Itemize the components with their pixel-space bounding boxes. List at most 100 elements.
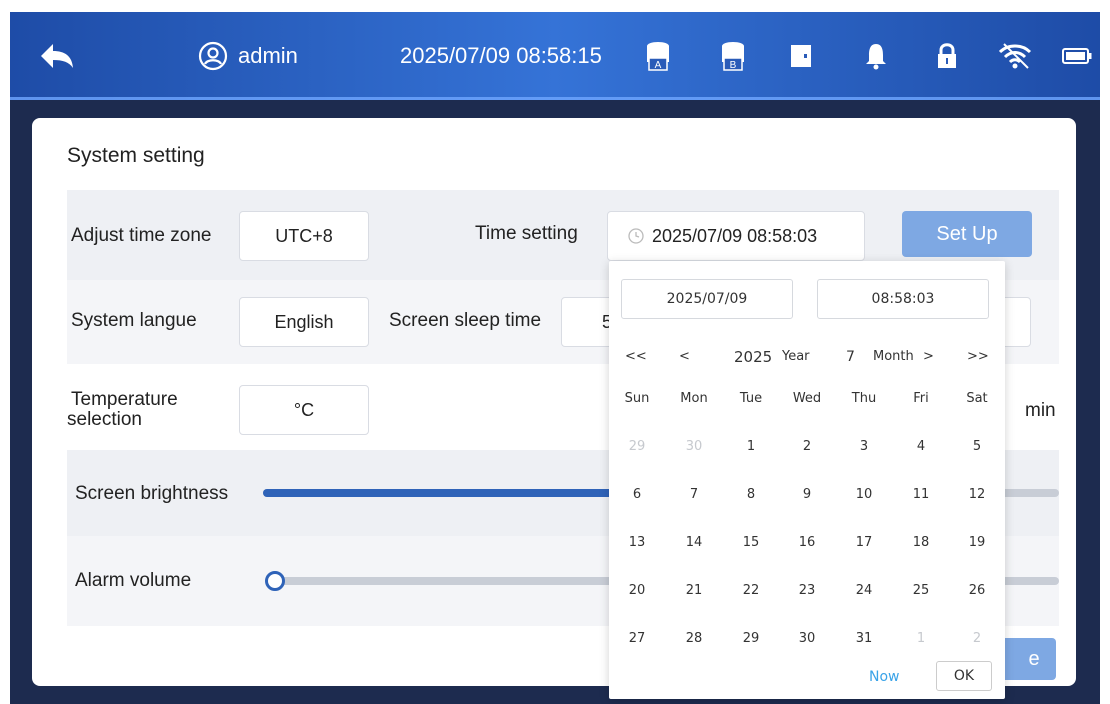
setup-button[interactable]: Set Up xyxy=(902,211,1032,257)
storage-b-icon: B xyxy=(718,40,748,72)
calendar-day-outside[interactable]: 1 xyxy=(899,631,943,646)
calendar-day[interactable]: 24 xyxy=(842,583,886,598)
weekday-label: Sun xyxy=(624,391,650,406)
calendar-day[interactable]: 2 xyxy=(785,439,829,454)
storage-b-button[interactable]: B xyxy=(715,12,751,100)
month-value[interactable]: 7 xyxy=(846,349,855,365)
calendar-day-outside[interactable]: 29 xyxy=(615,439,659,454)
lock-icon xyxy=(936,42,958,70)
username: admin xyxy=(238,43,298,68)
calendar-day[interactable]: 10 xyxy=(842,487,886,502)
month-label: Month xyxy=(873,349,914,364)
calendar-day[interactable]: 25 xyxy=(899,583,943,598)
clock-area: 2025/07/09 08:58:15 xyxy=(400,12,602,100)
calendar-day[interactable]: 13 xyxy=(615,535,659,550)
calendar-day[interactable]: 5 xyxy=(955,439,999,454)
minute-unit-label: min xyxy=(1025,400,1056,421)
calendar-day[interactable]: 8 xyxy=(729,487,773,502)
calendar-day[interactable]: 15 xyxy=(729,535,773,550)
calendar-day[interactable]: 26 xyxy=(955,583,999,598)
timezone-label: Adjust time zone xyxy=(71,225,212,246)
picker-date-input[interactable]: 2025/07/09 xyxy=(621,279,793,319)
time-setting-label: Time setting xyxy=(475,223,578,244)
calendar-day-outside[interactable]: 30 xyxy=(672,439,716,454)
picker-time-input[interactable]: 08:58:03 xyxy=(817,279,989,319)
time-setting-value: 2025/07/09 08:58:03 xyxy=(652,225,818,246)
weekday-label: Thu xyxy=(851,391,877,406)
user-circle-icon xyxy=(198,41,228,71)
weekday-label: Fri xyxy=(913,391,929,406)
calendar-day-outside[interactable]: 2 xyxy=(955,631,999,646)
door-icon xyxy=(790,44,812,68)
temperature-label-line2: selection xyxy=(67,409,142,430)
volume-label: Alarm volume xyxy=(75,570,192,591)
year-label: Year xyxy=(782,349,810,364)
now-button[interactable]: Now xyxy=(869,669,900,685)
calendar-day[interactable]: 16 xyxy=(785,535,829,550)
calendar-day[interactable]: 6 xyxy=(615,487,659,502)
calendar-day[interactable]: 30 xyxy=(785,631,829,646)
prev-year-button[interactable]: << xyxy=(625,349,647,364)
language-label: System langue xyxy=(71,310,197,331)
page-title: System setting xyxy=(67,144,205,167)
next-year-button[interactable]: >> xyxy=(967,349,989,364)
battery-indicator xyxy=(1060,12,1094,100)
current-datetime: 2025/07/09 08:58:15 xyxy=(400,43,602,68)
calendar-day[interactable]: 1 xyxy=(729,439,773,454)
battery-icon xyxy=(1062,48,1092,64)
sleep-time-label: Screen sleep time xyxy=(389,310,542,331)
storage-a-button[interactable]: A xyxy=(640,12,676,100)
temperature-select[interactable]: °C xyxy=(239,385,369,435)
calendar-day[interactable]: 17 xyxy=(842,535,886,550)
calendar-day[interactable]: 9 xyxy=(785,487,829,502)
language-select[interactable]: English xyxy=(239,297,369,347)
brightness-label: Screen brightness xyxy=(75,483,229,504)
door-button[interactable] xyxy=(786,12,816,100)
prev-month-button[interactable]: < xyxy=(679,349,690,364)
calendar-day[interactable]: 23 xyxy=(785,583,829,598)
calendar-day[interactable]: 4 xyxy=(899,439,943,454)
calendar-day[interactable]: 21 xyxy=(672,583,716,598)
calendar-day[interactable]: 28 xyxy=(672,631,716,646)
weekday-label: Sat xyxy=(966,391,988,406)
back-arrow-icon xyxy=(39,42,75,70)
back-button[interactable] xyxy=(32,12,82,100)
datetime-picker-popup: 2025/07/09 08:58:03 << < 2025 Year 7 Mon… xyxy=(609,261,1005,699)
calendar-day[interactable]: 29 xyxy=(729,631,773,646)
clock-icon xyxy=(628,228,644,244)
calendar-day[interactable]: 31 xyxy=(842,631,886,646)
calendar-day[interactable]: 3 xyxy=(842,439,886,454)
weekday-label: Mon xyxy=(680,391,708,406)
drive-b-letter: B xyxy=(730,60,737,71)
weekday-label: Tue xyxy=(739,391,763,406)
calendar-day[interactable]: 19 xyxy=(955,535,999,550)
lock-button[interactable] xyxy=(932,12,962,100)
wifi-icon xyxy=(998,42,1032,70)
year-value[interactable]: 2025 xyxy=(734,348,772,366)
calendar-day[interactable]: 18 xyxy=(899,535,943,550)
time-setting-input[interactable]: 2025/07/09 08:58:03 xyxy=(607,211,865,261)
temperature-label-line1: Temperature xyxy=(71,389,178,410)
user-badge[interactable]: admin xyxy=(198,12,298,100)
calendar-day[interactable]: 11 xyxy=(899,487,943,502)
calendar-day[interactable]: 22 xyxy=(729,583,773,598)
calendar-day[interactable]: 12 xyxy=(955,487,999,502)
alarm-button[interactable] xyxy=(861,12,891,100)
top-status-bar: admin 2025/07/09 08:58:15 A B xyxy=(10,12,1100,100)
storage-a-icon: A xyxy=(643,40,673,72)
calendar-day[interactable]: 20 xyxy=(615,583,659,598)
save-button-label: e xyxy=(1028,647,1040,670)
wifi-button[interactable] xyxy=(995,12,1035,100)
bell-icon xyxy=(864,42,888,70)
calendar-day[interactable]: 7 xyxy=(672,487,716,502)
temperature-label: Temperature selection xyxy=(67,389,178,430)
device-screen: admin 2025/07/09 08:58:15 A B System set… xyxy=(10,12,1100,704)
calendar-day[interactable]: 14 xyxy=(672,535,716,550)
timezone-select[interactable]: UTC+8 xyxy=(239,211,369,261)
volume-slider-knob[interactable] xyxy=(265,571,285,591)
calendar-day[interactable]: 27 xyxy=(615,631,659,646)
weekday-label: Wed xyxy=(792,391,822,406)
next-month-button[interactable]: > xyxy=(923,349,934,364)
ok-button[interactable]: OK xyxy=(936,661,992,691)
drive-a-letter: A xyxy=(655,60,662,71)
